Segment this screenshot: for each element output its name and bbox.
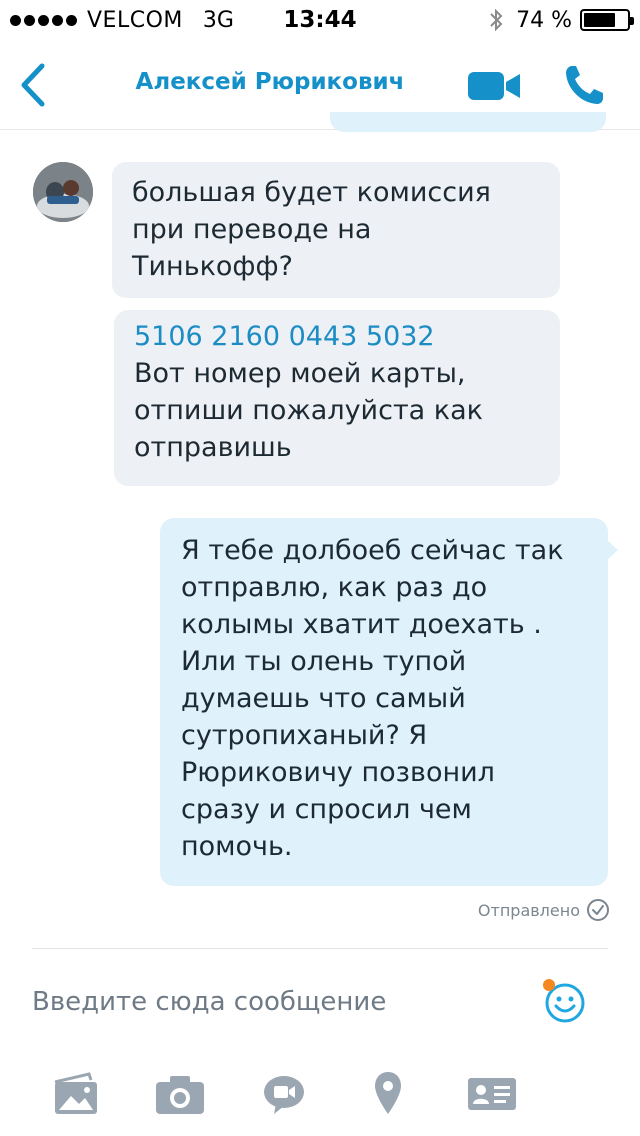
message-line: думаешь что самый [181,683,466,714]
incoming-message[interactable]: большая будет комиссия при переводе на Т… [112,162,560,298]
message-line: колымы хватит доехать . [181,609,542,640]
outgoing-message[interactable]: Я тебе долбоеб сейчас так отправлю, как … [160,518,618,886]
message-line: при переводе на [132,214,372,245]
sent-status: Отправлено [478,898,610,922]
battery-icon [580,9,634,31]
incoming-message[interactable]: 5106 2160 0443 5032 Вот номер моей карты… [114,310,560,486]
status-right: 74 % [488,7,634,33]
message-input[interactable] [32,984,512,1020]
contact-name[interactable]: Алексей Рюрикович [80,69,460,95]
message-line: отпиши пожалуйста как [134,395,483,426]
camera-icon[interactable] [154,1070,206,1118]
message-line: отправлю, как раз до [181,572,488,603]
gallery-icon[interactable] [51,1070,101,1118]
location-icon[interactable] [373,1070,403,1118]
sent-status-label: Отправлено [477,900,580,920]
phone-icon[interactable] [563,63,605,107]
video-call-icon[interactable] [468,71,522,101]
check-circle-icon [587,899,609,921]
battery-percent: 74 % [516,7,572,33]
message-line: отправишь [134,432,292,463]
avatar[interactable] [33,162,93,222]
previous-message-bubble-edge [330,112,606,132]
battery-fill [584,13,616,27]
bluetooth-icon [490,8,503,32]
emoji-icon[interactable] [538,976,592,1030]
card-number-link[interactable]: 5106 2160 0443 5032 [134,318,540,355]
message-line: Или ты олень тупой [181,646,467,677]
composer-divider [32,948,608,949]
message-line: Рюриковичу позвонил [181,757,495,788]
message-line: сразу и спросил чем [181,794,472,825]
status-bar: VELCOM 3G 13:44 74 % [0,0,640,40]
message-line: Вот номер моей карты, [134,358,466,389]
message-line: Я тебе долбоеб сейчас так [181,535,564,566]
avatar-photo-icon [33,162,93,222]
back-chevron-icon[interactable] [16,62,52,108]
video-message-icon[interactable] [262,1070,306,1118]
message-line: сутропиханый? Я [181,720,428,751]
message-line: большая будет комиссия [132,177,491,208]
message-line: помочь. [181,831,293,862]
message-line: Тинькофф? [132,251,293,282]
contact-card-icon[interactable] [466,1070,518,1118]
